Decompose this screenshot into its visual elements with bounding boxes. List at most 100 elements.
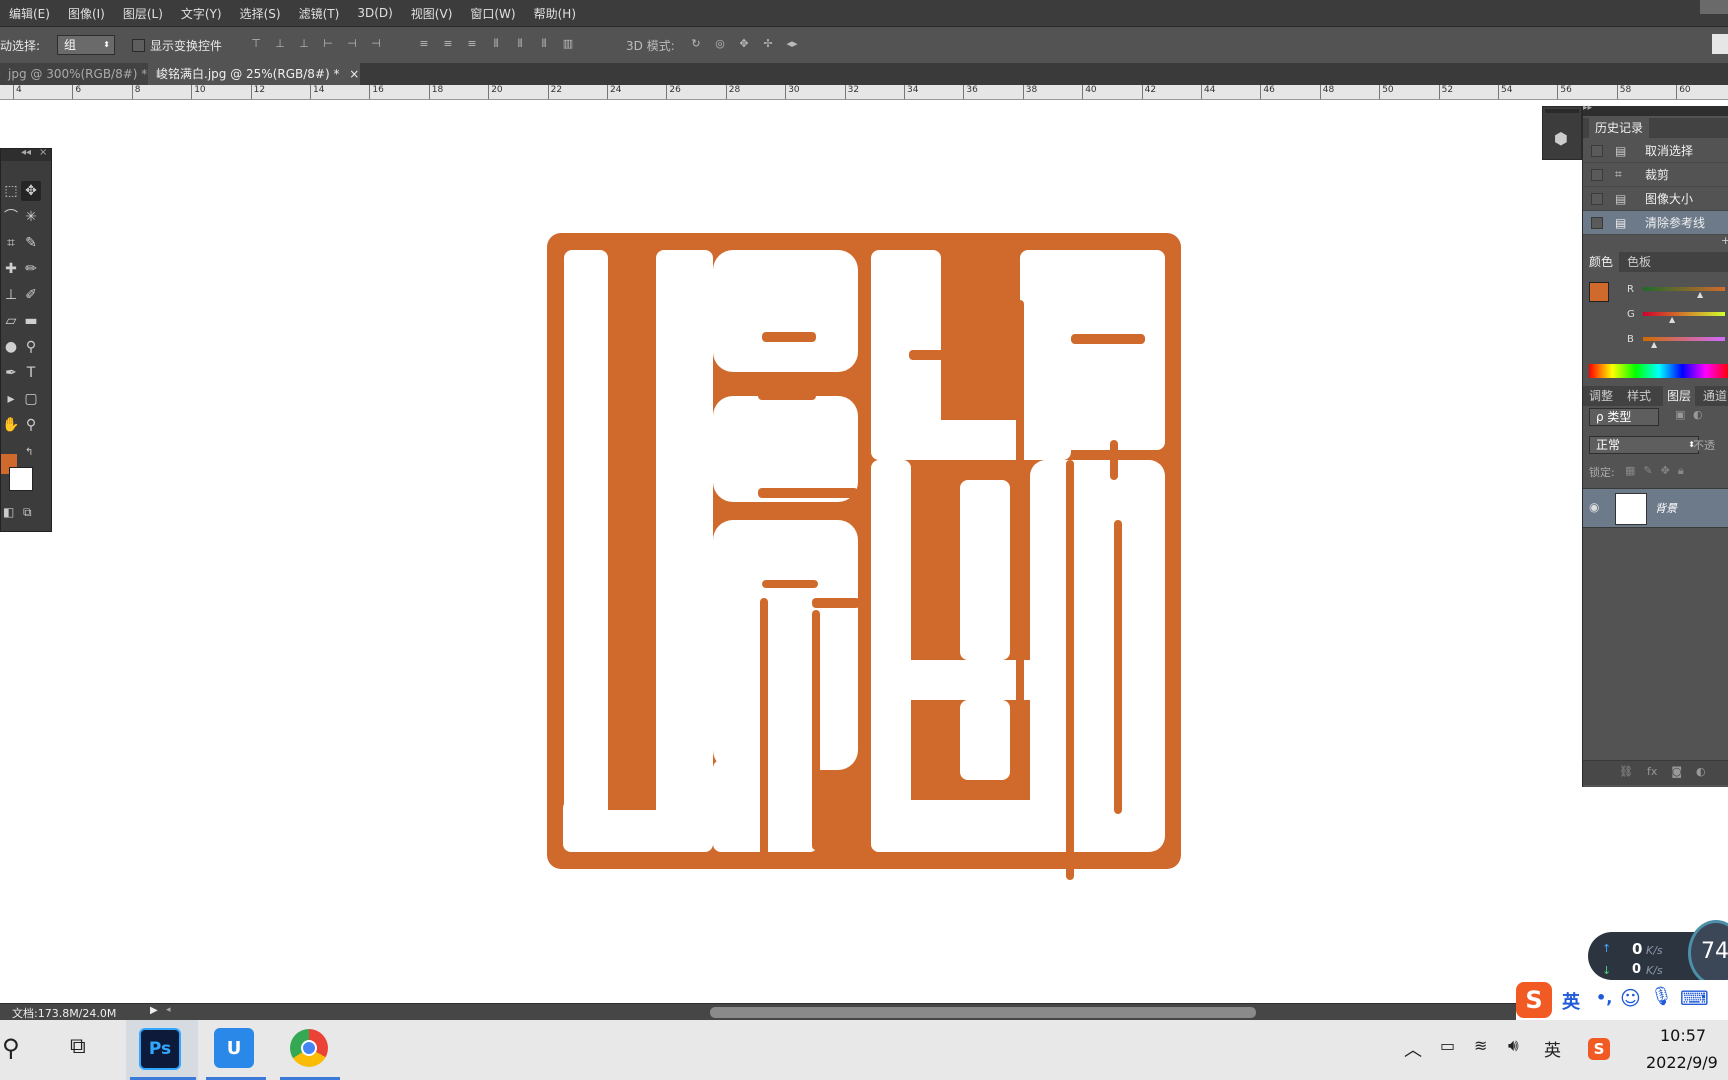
history-tab[interactable]: 历史记录 — [1589, 118, 1650, 138]
task-view-icon[interactable]: ⧉ — [70, 1034, 86, 1059]
microphone-icon[interactable]: 🎙︎ — [1650, 986, 1673, 1007]
menu-edit[interactable]: 编辑(E) — [0, 5, 59, 22]
layer-mask-icon[interactable]: ◙ — [1671, 765, 1682, 778]
align-vcenter-icon[interactable]: ⊥ — [272, 36, 288, 52]
layer-style-icon[interactable]: fx — [1647, 765, 1657, 778]
menu-window[interactable]: 窗口(W) — [461, 5, 524, 22]
history-snapshot-box[interactable] — [1591, 168, 1603, 181]
styles-tab[interactable]: 样式 — [1627, 386, 1651, 406]
zoom-blur-tool-icon[interactable]: ⚲ — [21, 337, 41, 357]
shape-tool-icon[interactable]: ▢ — [21, 389, 41, 409]
horizontal-ruler[interactable]: 4 6 8 10 12 14 16 18 20 22 24 26 28 30 32 34 36 38 40 42 44 4… — [0, 85, 1728, 100]
blend-mode-dropdown[interactable]: 正常 ⬍ — [1589, 436, 1699, 454]
chrome-taskbar-icon[interactable] — [290, 1029, 328, 1067]
menu-select[interactable]: 选择(S) — [231, 5, 290, 22]
history-snapshot-box[interactable] — [1591, 216, 1603, 229]
color-tab[interactable]: 颜色 — [1583, 252, 1620, 272]
background-color-swatch[interactable] — [9, 467, 33, 491]
ime-punctuation-toggle[interactable]: •, — [1596, 988, 1612, 1007]
3d-slide-icon[interactable]: ✢ — [760, 36, 776, 52]
menu-type[interactable]: 文字(Y) — [172, 5, 231, 22]
show-transform-checkbox[interactable] — [132, 39, 145, 52]
baidu-netdisk-taskbar-icon[interactable]: U — [214, 1028, 254, 1068]
brush-tool-icon[interactable]: ✏ — [21, 259, 41, 279]
window-corner-button[interactable] — [1700, 0, 1728, 14]
new-snapshot-icon[interactable]: + — [1721, 234, 1728, 247]
distribute-right-icon[interactable]: ⫴ — [536, 36, 552, 52]
swap-colors-icon[interactable]: ↰ — [25, 447, 33, 458]
history-item[interactable]: ▤ 图像大小 — [1583, 187, 1728, 211]
3d-cube-icon[interactable]: ⬢ — [1554, 129, 1568, 148]
sogou-logo-icon[interactable]: S — [1516, 982, 1552, 1018]
g-slider[interactable] — [1643, 312, 1725, 316]
lock-paint-icon[interactable]: ✎ — [1643, 464, 1652, 478]
clock-time[interactable]: 10:57 — [1660, 1026, 1706, 1045]
3d-roll-icon[interactable]: ◎ — [712, 36, 728, 52]
channels-tab[interactable]: 通道 — [1703, 386, 1727, 406]
document-tab-2[interactable]: 峻铭满白.jpg @ 25%(RGB/8#) * × — [148, 63, 360, 85]
align-top-icon[interactable]: ⊤ — [248, 36, 264, 52]
3d-rotate-icon[interactable]: ↻ — [688, 36, 704, 52]
layer-row[interactable]: ◉ 背景 — [1583, 488, 1728, 528]
tray-language[interactable]: 英 — [1544, 1036, 1561, 1061]
color-spectrum[interactable] — [1589, 364, 1728, 378]
keyboard-icon[interactable]: ⌨ — [1680, 986, 1709, 1010]
auto-select-dropdown[interactable]: 组 ⬍ — [57, 35, 115, 55]
auto-align-icon[interactable]: ▥ — [560, 36, 576, 52]
stamp-tool-icon[interactable]: ⊥ — [1, 285, 21, 305]
emoji-icon[interactable]: ☺ — [1620, 986, 1641, 1010]
history-snapshot-box[interactable] — [1591, 192, 1603, 205]
distribute-vcenter-icon[interactable]: ≡ — [440, 36, 456, 52]
align-bottom-icon[interactable]: ⊥ — [296, 36, 312, 52]
3d-drag-icon[interactable]: ✥ — [736, 36, 752, 52]
network-speed-widget[interactable]: ↑ 0 K/s ↓ 0 K/s 74 — [1588, 920, 1728, 986]
document-tab-1[interactable]: jpg @ 300%(RGB/8#) * × — [0, 63, 169, 85]
b-slider-thumb[interactable]: ▲ — [1651, 340, 1657, 349]
search-icon[interactable]: ⚲ — [2, 1034, 20, 1062]
ime-language-toggle[interactable]: 英 — [1562, 988, 1580, 1014]
layer-filter-dropdown[interactable]: ρ 类型 — [1589, 408, 1659, 426]
clock-date[interactable]: 2022/9/9 — [1646, 1053, 1718, 1072]
magic-wand-tool-icon[interactable]: ✳ — [21, 207, 41, 227]
align-right-icon[interactable]: ⊣ — [368, 36, 384, 52]
screen-mode-icon[interactable]: ⧉ — [23, 505, 32, 520]
panel-dock-header[interactable]: ▸▸ — [1583, 103, 1728, 116]
sogou-tray-icon[interactable]: S — [1588, 1038, 1610, 1060]
quick-mask-icon[interactable]: ◧ — [3, 505, 14, 519]
collapse-icon[interactable]: ◂◂ — [21, 147, 31, 158]
distribute-top-icon[interactable]: ≡ — [416, 36, 432, 52]
g-slider-thumb[interactable]: ▲ — [1669, 315, 1675, 324]
tray-overflow-chevron-icon[interactable]: ︿ — [1404, 1036, 1422, 1062]
tray-device-icon[interactable]: ▭ — [1440, 1036, 1455, 1055]
healing-tool-icon[interactable]: ✚ — [1, 259, 21, 279]
dock-grip[interactable] — [1545, 109, 1579, 113]
scroll-left-icon[interactable]: ◂ — [166, 1005, 171, 1015]
adjustments-tab[interactable]: 调整 — [1589, 386, 1613, 406]
history-item[interactable]: ⌗ 裁剪 — [1583, 163, 1728, 187]
eraser-tool-icon[interactable]: ▱ — [1, 311, 21, 331]
history-item[interactable]: ▤ 取消选择 — [1583, 139, 1728, 163]
marquee-tool-icon[interactable]: ⬚ — [1, 181, 21, 201]
align-left-icon[interactable]: ⊢ — [320, 36, 336, 52]
menu-layer[interactable]: 图层(L) — [114, 5, 172, 22]
adjustment-filter-icon[interactable]: ◐ — [1693, 408, 1703, 421]
move-tool-icon[interactable]: ✥ — [21, 181, 41, 201]
status-menu-arrow-icon[interactable]: ▶ — [150, 1005, 158, 1016]
lock-all-icon[interactable]: 🔒︎ — [1678, 464, 1684, 478]
close-icon[interactable]: × — [349, 67, 359, 81]
volume-icon[interactable]: 🔊︎ — [1508, 1036, 1519, 1056]
color-fg-swatch[interactable] — [1589, 282, 1609, 302]
eyedropper-tool-icon[interactable]: ✎ — [21, 233, 41, 253]
hand-tool-icon[interactable]: ✋ — [1, 415, 21, 435]
menu-view[interactable]: 视图(V) — [402, 5, 462, 22]
eye-icon[interactable]: ◉ — [1589, 500, 1599, 514]
crop-tool-icon[interactable]: ⌗ — [1, 233, 21, 253]
wifi-icon[interactable]: ≋ — [1474, 1036, 1487, 1055]
gradient-tool-icon[interactable]: ▬ — [21, 311, 41, 331]
align-hcenter-icon[interactable]: ⊣ — [344, 36, 360, 52]
swatches-tab[interactable]: 色板 — [1623, 252, 1655, 272]
distribute-left-icon[interactable]: ⫴ — [488, 36, 504, 52]
lock-position-icon[interactable]: ✥ — [1661, 464, 1670, 478]
link-layers-icon[interactable]: ⛓ — [1619, 765, 1633, 778]
canvas[interactable] — [0, 100, 1728, 1003]
